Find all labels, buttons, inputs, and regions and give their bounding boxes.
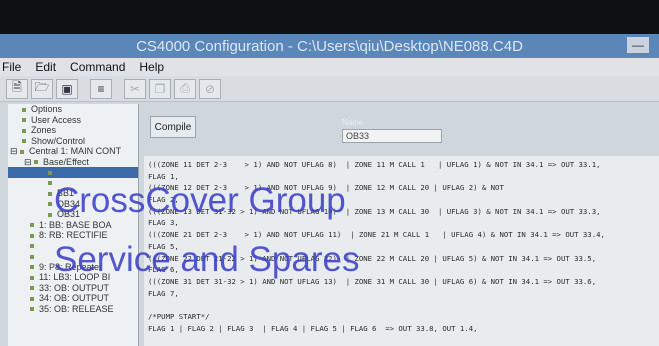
- window-title: CS4000 Configuration - C:\Users\qiu\Desk…: [136, 37, 523, 55]
- menu-help[interactable]: Help: [139, 60, 164, 74]
- tree-item-show-control[interactable]: Show/Control: [8, 136, 138, 147]
- code-line: FLAG 7,: [148, 288, 179, 298]
- collapse-icon[interactable]: ⊟: [10, 146, 20, 156]
- tree-item-central[interactable]: ⊟ Central 1: MAIN CONT: [8, 146, 138, 157]
- tree-item-options[interactable]: Options: [8, 104, 138, 115]
- paste-icon[interactable]: ⎙: [174, 78, 196, 99]
- tree-item-output-34[interactable]: 34: OB: OUTPUT: [8, 293, 138, 304]
- config-tree: Options User Access Zones Show/Control ⊟…: [8, 104, 139, 346]
- tree-item-output-33[interactable]: 33: OB: OUTPUT: [8, 283, 138, 294]
- code-line: FLAG 1 | FLAG 2 | FLAG 3 | FLAG 4 | FLAG…: [148, 323, 478, 333]
- delete-icon[interactable]: ⊘: [199, 78, 221, 99]
- compile-button[interactable]: Compile: [150, 116, 196, 138]
- tree-item-base-board[interactable]: 1: BB: BASE BOA: [8, 220, 138, 231]
- menu-edit[interactable]: Edit: [35, 60, 56, 74]
- open-icon[interactable]: 🗁: [31, 78, 53, 99]
- cut-icon[interactable]: ✂: [124, 78, 146, 99]
- tree-item-user-access[interactable]: User Access: [8, 115, 138, 126]
- save-icon[interactable]: ▣: [56, 78, 78, 99]
- insert-icon[interactable]: ≡: [90, 78, 112, 99]
- collapse-icon[interactable]: ⊟: [24, 157, 34, 167]
- menu-bar: File Edit Command Help: [0, 58, 659, 76]
- code-line: (((ZONE 11 DET 2-3 > 1) AND NOT UFLAG 8)…: [148, 160, 601, 169]
- tree-item-base-effect[interactable]: ⊟ Base/Effect: [8, 157, 138, 168]
- menu-file[interactable]: File: [2, 60, 21, 74]
- watermark-line-2: Service and Spares: [54, 240, 360, 279]
- tree-item-selected[interactable]: [8, 167, 138, 178]
- copy-icon[interactable]: ❐: [149, 78, 171, 99]
- watermark-line-1: CrossCover Group: [54, 181, 346, 220]
- tree-item-rectifier[interactable]: 8: RB: RECTIFIE: [8, 230, 138, 241]
- tree-item-zones[interactable]: Zones: [8, 125, 138, 136]
- name-input[interactable]: OB33: [342, 129, 442, 143]
- title-bar: CS4000 Configuration - C:\Users\qiu\Desk…: [0, 34, 659, 58]
- editor-pane: Compile Name OB33 (((ZONE 11 DET 2-3 > 1…: [140, 104, 659, 346]
- name-label: Name: [342, 118, 364, 127]
- close-window-button[interactable]: —: [627, 37, 649, 53]
- code-line: /*PUMP START*/: [148, 311, 210, 321]
- toolbar: 🗎 🗁 ▣ ≡ ✂ ❐ ⎙ ⊘: [0, 76, 659, 102]
- tree-item-release-35[interactable]: 35: OB: RELEASE: [8, 304, 138, 315]
- menu-command[interactable]: Command: [70, 60, 125, 74]
- new-icon[interactable]: 🗎: [6, 78, 28, 99]
